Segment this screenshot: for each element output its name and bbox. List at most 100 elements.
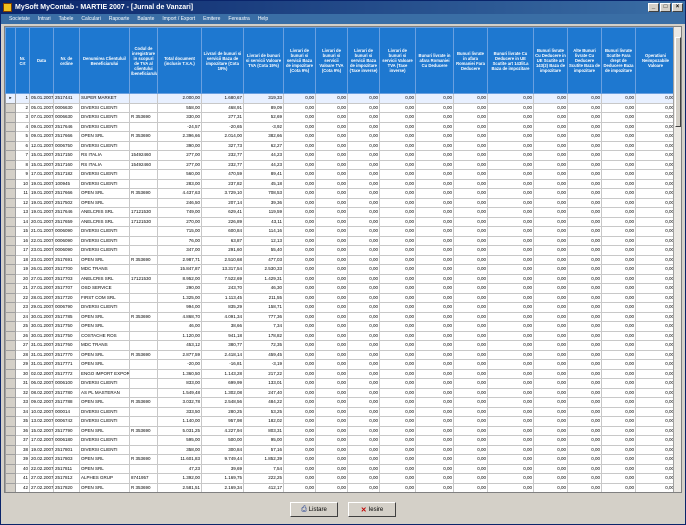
table-cell[interactable]: 277,31 (201, 112, 244, 123)
table-row[interactable]: 8 15.01.2007 2517160 RS ITALIA 15492460 277,0… (5, 159, 676, 170)
row-indicator[interactable] (5, 387, 16, 398)
table-cell[interactable]: 699,99 (201, 378, 244, 389)
table-cell[interactable]: 0,00 (283, 235, 316, 246)
table-cell[interactable]: 30.01.2007 (29, 330, 54, 341)
table-cell[interactable]: 0,00 (347, 321, 380, 332)
table-cell[interactable]: 0006750 (53, 140, 80, 151)
table-cell[interactable]: 0,00 (379, 131, 416, 142)
table-cell[interactable]: 8 (15, 159, 30, 170)
table-cell[interactable]: 0,00 (635, 235, 676, 246)
minimize-button[interactable]: _ (648, 3, 659, 12)
table-cell[interactable]: 0,00 (567, 264, 602, 275)
table-cell[interactable]: 0,00 (533, 169, 568, 180)
table-row[interactable]: 35 13.02.2007 0006742 DIVERSI CLIENTI 1.140,… (5, 416, 676, 427)
table-cell[interactable]: 0,00 (453, 159, 488, 170)
table-cell[interactable] (129, 387, 158, 398)
table-cell[interactable] (129, 292, 158, 303)
table-cell[interactable]: 0,00 (415, 226, 454, 237)
table-cell[interactable]: 000014 (53, 406, 80, 417)
table-cell[interactable]: 0,00 (567, 292, 602, 303)
table-cell[interactable]: 63,87 (201, 235, 244, 246)
table-cell[interactable]: 0,00 (379, 368, 416, 379)
table-cell[interactable]: 0006630 (53, 102, 80, 113)
table-cell[interactable]: 0,00 (315, 368, 348, 379)
table-cell[interactable]: 12.01.2007 (29, 140, 54, 151)
table-cell[interactable]: 2517691 (53, 254, 80, 265)
table-cell[interactable]: 0,00 (415, 444, 454, 455)
table-cell[interactable]: 0,00 (635, 378, 676, 389)
table-row[interactable]: 38 19.02.2007 2517801 DIVERSI CLIENTI 358,00… (5, 444, 676, 455)
table-cell[interactable]: 0,00 (487, 264, 534, 275)
table-cell[interactable]: 2517720 (53, 292, 80, 303)
table-cell[interactable]: 2.396,66 (157, 131, 202, 142)
table-cell[interactable] (129, 359, 158, 370)
table-cell[interactable]: 0,00 (379, 359, 416, 370)
table-cell[interactable]: OPEN SRL (79, 254, 130, 265)
table-cell[interactable]: 0,00 (284, 493, 316, 494)
column-header[interactable]: Total document (inclusiv T.V.A.) (157, 27, 202, 94)
table-cell[interactable]: 2.987,71 (157, 254, 202, 265)
table-cell[interactable]: 15.02.2007 (29, 425, 54, 436)
table-cell[interactable]: 2.014,00 (201, 131, 244, 142)
table-cell[interactable]: 0,00 (533, 302, 568, 313)
table-cell[interactable]: 0,00 (635, 140, 676, 151)
column-header[interactable]: Bunuri livrate in afara Romaniei Fara De… (453, 27, 488, 94)
table-cell[interactable]: OPEN SRL (79, 397, 130, 408)
table-cell[interactable]: 0,00 (379, 121, 416, 132)
table-cell[interactable]: 1.360,50 (157, 368, 202, 379)
table-cell[interactable]: 29.01.2007 (29, 302, 54, 313)
table-cell[interactable]: DIVERSI CLIENTI (79, 302, 130, 313)
table-cell[interactable]: DIVERSI CLIENTI (79, 121, 130, 132)
table-cell[interactable]: 0,00 (533, 283, 568, 294)
table-cell[interactable]: 31.01.2007 (29, 340, 54, 351)
table-cell[interactable]: 0,00 (379, 197, 416, 208)
table-cell[interactable]: 0,00 (347, 273, 380, 284)
table-cell[interactable]: 0,00 (283, 93, 316, 104)
table-row[interactable]: 15 21.01.2007 0006090 DIVERSI CLIENTI 715,00… (5, 226, 676, 237)
table-cell[interactable]: 0,00 (415, 159, 454, 170)
table-cell[interactable]: 0,00 (315, 216, 348, 227)
table-cell[interactable]: 0,00 (533, 406, 568, 417)
table-cell[interactable]: MDC TRANS (79, 340, 130, 351)
table-cell[interactable]: 0,00 (315, 302, 348, 313)
table-cell[interactable] (129, 302, 158, 313)
table-cell[interactable]: 600,84 (201, 226, 244, 237)
scrollbar-thumb[interactable] (675, 37, 681, 127)
table-cell[interactable]: 0,00 (635, 121, 676, 132)
table-cell[interactable]: 595,00 (157, 435, 202, 446)
table-cell[interactable]: 0,00 (347, 112, 380, 123)
table-cell[interactable]: 0,00 (315, 188, 348, 199)
table-cell[interactable]: 72,35 (243, 340, 284, 351)
table-cell[interactable]: 44,23 (243, 150, 284, 161)
table-cell[interactable]: 0,00 (454, 493, 488, 494)
table-cell[interactable]: 0,00 (601, 473, 636, 484)
table-cell[interactable]: 0,00 (379, 349, 416, 360)
table-cell[interactable] (129, 140, 158, 151)
table-cell[interactable]: 0,00 (379, 188, 416, 199)
table-row[interactable]: 9 17.01.2007 2517182 DIVERSI CLIENTI 560,00 4… (5, 169, 676, 180)
table-cell[interactable]: 0,00 (533, 292, 568, 303)
table-cell[interactable]: 0,00 (315, 349, 348, 360)
table-cell[interactable]: 38 (15, 444, 30, 455)
table-cell[interactable]: 0,00 (601, 378, 636, 389)
row-indicator[interactable] (5, 473, 16, 484)
table-cell[interactable]: OPEN SRL (79, 359, 130, 370)
table-cell[interactable]: 0,00 (567, 197, 602, 208)
table-cell[interactable]: 0,00 (635, 292, 676, 303)
table-cell[interactable]: 0,00 (453, 188, 488, 199)
table-cell[interactable]: 0,00 (567, 302, 602, 313)
table-cell[interactable]: 0,00 (453, 406, 488, 417)
table-cell[interactable]: 0,00 (487, 216, 534, 227)
table-cell[interactable]: 0,00 (601, 292, 636, 303)
table-cell[interactable]: DIVERSI CLIENTI (79, 378, 130, 389)
row-indicator[interactable] (5, 188, 16, 199)
table-cell[interactable]: 0,00 (533, 444, 568, 455)
table-cell[interactable]: 2517803 (53, 454, 80, 465)
table-cell[interactable]: 0,00 (347, 93, 380, 104)
table-row[interactable]: 19 26.01.2007 2517700 MDC TRANS 15.847,87 13.… (5, 264, 676, 275)
table-cell[interactable]: 484,22 (243, 397, 284, 408)
table-cell[interactable]: 0,00 (453, 444, 488, 455)
table-cell[interactable]: 0,00 (283, 283, 316, 294)
table-cell[interactable]: 0,00 (379, 473, 416, 484)
table-cell[interactable]: 749,00 (157, 207, 202, 218)
